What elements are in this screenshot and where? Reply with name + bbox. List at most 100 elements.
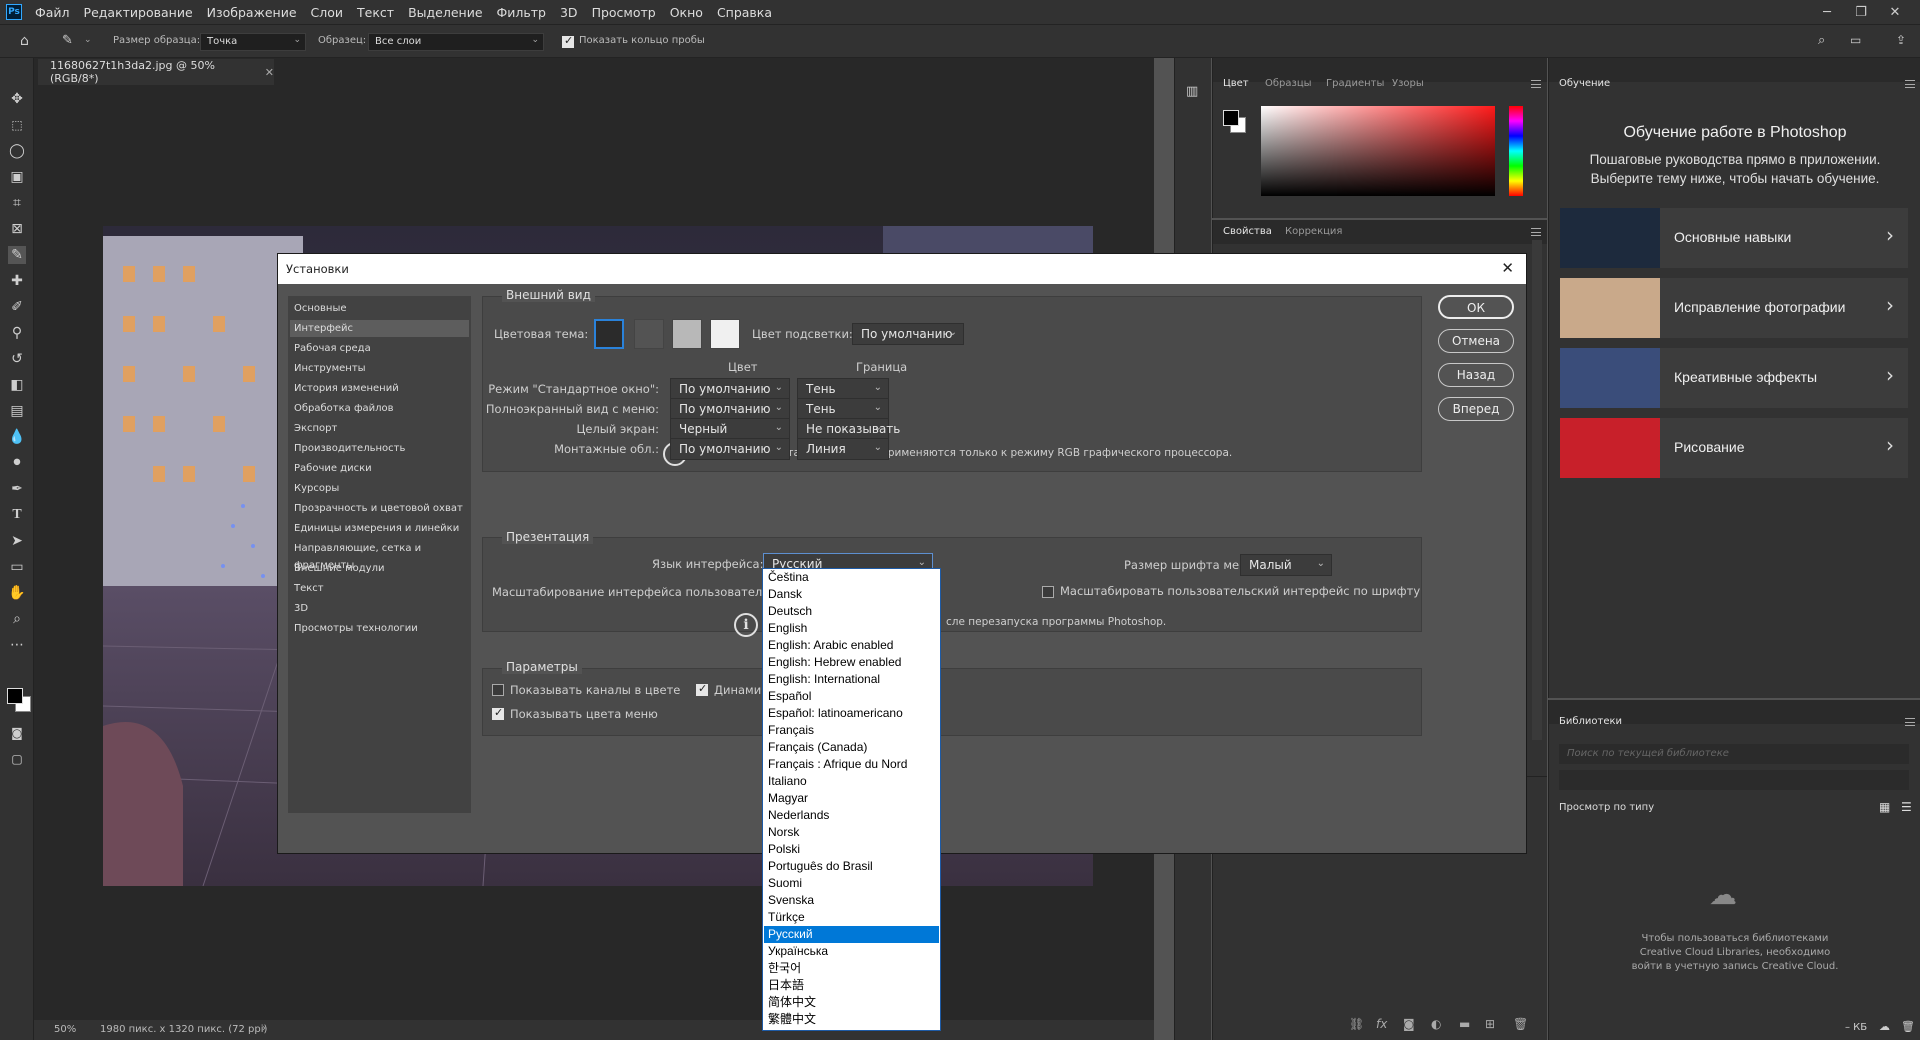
history-panel-icon[interactable]: ▥: [1186, 84, 1198, 99]
dialog-close-icon[interactable]: ✕: [1501, 259, 1514, 277]
highlight-select[interactable]: По умолчанию ⌄: [852, 323, 964, 345]
tool-preset-chevron-icon[interactable]: ⌄: [84, 35, 92, 45]
language-option[interactable]: 한국어: [764, 960, 939, 977]
rectangle-tool-icon[interactable]: ▭: [8, 558, 26, 576]
learn-card[interactable]: Основные навыки ›: [1560, 208, 1908, 268]
forward-button[interactable]: Вперед: [1438, 397, 1514, 421]
close-tab-icon[interactable]: ✕: [265, 66, 274, 79]
link-icon[interactable]: ⛓: [1349, 1017, 1364, 1031]
menu-item[interactable]: Слои: [304, 5, 351, 20]
crop-tool-icon[interactable]: ⌗: [8, 194, 26, 212]
theme-swatch-darkest[interactable]: [594, 319, 624, 349]
language-option[interactable]: Español: [764, 688, 939, 705]
minimize-icon[interactable]: ─: [1812, 0, 1842, 24]
scale-by-font-checkbox[interactable]: [1042, 586, 1054, 598]
nav-item[interactable]: 3D: [290, 600, 469, 617]
ok-button[interactable]: ОК: [1438, 295, 1514, 319]
fx-icon[interactable]: fx: [1376, 1017, 1387, 1031]
library-select[interactable]: [1559, 770, 1909, 790]
theme-swatch-light[interactable]: [672, 319, 702, 349]
learn-card[interactable]: Исправление фотографии ›: [1560, 278, 1908, 338]
language-option[interactable]: Español: latinoamericano: [764, 705, 939, 722]
nav-item[interactable]: Рабочая среда: [290, 340, 469, 357]
language-option[interactable]: Português do Brasil: [764, 858, 939, 875]
appearance-border-select[interactable]: Линия ⌄: [797, 438, 889, 460]
screen-mode-icon[interactable]: ▢: [8, 750, 26, 768]
nav-item[interactable]: Обработка файлов: [290, 400, 469, 417]
panel-menu-icon[interactable]: [1905, 718, 1915, 726]
language-option[interactable]: English: Arabic enabled: [764, 637, 939, 654]
cloud-sync-icon[interactable]: ☁: [1879, 1020, 1890, 1033]
library-trash-icon[interactable]: 🗑: [1901, 1020, 1915, 1033]
nav-item[interactable]: Текст: [290, 580, 469, 597]
new-layer-icon[interactable]: ⊞: [1485, 1017, 1495, 1031]
nav-item[interactable]: Экспорт: [290, 420, 469, 437]
panel-menu-icon[interactable]: [1531, 228, 1541, 236]
panel-menu-icon[interactable]: [1905, 80, 1915, 88]
brush-tool-icon[interactable]: ✐: [8, 298, 26, 316]
language-option[interactable]: Русский: [764, 926, 939, 943]
nav-item[interactable]: Рабочие диски: [290, 460, 469, 477]
language-option[interactable]: Français (Canada): [764, 739, 939, 756]
marquee-tool-icon[interactable]: ⬚: [8, 116, 26, 134]
list-view-icon[interactable]: ☰: [1901, 800, 1912, 814]
menu-item[interactable]: Выделение: [401, 5, 489, 20]
eyedropper-icon[interactable]: ✎: [8, 246, 26, 264]
stamp-tool-icon[interactable]: ⚲: [8, 324, 26, 342]
nav-item[interactable]: Интерфейс: [290, 320, 469, 337]
tab-color[interactable]: Цвет: [1223, 78, 1249, 89]
zoom-tool-icon[interactable]: ⌕: [8, 610, 26, 628]
dynamic-checkbox[interactable]: [696, 682, 708, 696]
tab-gradients[interactable]: Градиенты: [1326, 78, 1384, 89]
appearance-border-select[interactable]: Не показывать ⌄: [797, 418, 900, 440]
language-option[interactable]: Nederlands: [764, 807, 939, 824]
fg-color-swatch[interactable]: [1223, 110, 1239, 126]
move-tool-icon[interactable]: ✥: [8, 90, 26, 108]
learn-card[interactable]: Креативные эффекты ›: [1560, 348, 1908, 408]
eraser-tool-icon[interactable]: ◧: [8, 376, 26, 394]
menu-font-size-select[interactable]: Малый ⌄: [1240, 554, 1332, 576]
show-menu-colors-checkbox[interactable]: [492, 706, 504, 720]
menu-item[interactable]: Изображение: [200, 5, 304, 20]
nav-item[interactable]: Основные: [290, 300, 469, 317]
tab-properties[interactable]: Свойства: [1223, 226, 1272, 237]
language-option[interactable]: Italiano: [764, 773, 939, 790]
eyedropper-tool-icon[interactable]: ✎: [62, 33, 73, 48]
language-option[interactable]: 简体中文: [764, 994, 939, 1011]
history-brush-icon[interactable]: ↺: [8, 350, 26, 368]
type-tool-icon[interactable]: T: [8, 506, 26, 524]
tab-adjustments[interactable]: Коррекция: [1285, 226, 1342, 237]
language-option[interactable]: English: International: [764, 671, 939, 688]
appearance-color-select[interactable]: По умолчанию ⌄: [670, 398, 790, 420]
home-icon[interactable]: ⌂: [20, 33, 29, 49]
language-option[interactable]: Deutsch: [764, 603, 939, 620]
menu-item[interactable]: Просмотр: [585, 5, 663, 20]
menu-item[interactable]: Текст: [350, 5, 401, 20]
maximize-icon[interactable]: ❐: [1846, 0, 1876, 24]
appearance-color-select[interactable]: По умолчанию ⌄: [670, 378, 790, 400]
theme-swatch-dark[interactable]: [634, 319, 664, 349]
color-field[interactable]: [1261, 106, 1495, 196]
nav-item[interactable]: История изменений: [290, 380, 469, 397]
learn-card[interactable]: Рисование ›: [1560, 418, 1908, 478]
appearance-border-select[interactable]: Тень ⌄: [797, 398, 889, 420]
path-select-icon[interactable]: ➤: [8, 532, 26, 550]
nav-item[interactable]: Единицы измерения и линейки: [290, 520, 469, 537]
nav-item[interactable]: Направляющие, сетка и фрагменты: [290, 540, 469, 571]
search-icon[interactable]: ⌕: [1818, 33, 1825, 48]
appearance-border-select[interactable]: Тень ⌄: [797, 378, 889, 400]
language-option[interactable]: Українська: [764, 943, 939, 960]
more-tools-icon[interactable]: ⋯: [8, 636, 26, 654]
nav-item[interactable]: Инструменты: [290, 360, 469, 377]
dodge-tool-icon[interactable]: ⚫: [8, 454, 26, 472]
menu-item[interactable]: Файл: [28, 5, 77, 20]
photoshop-logo-icon[interactable]: Ps: [6, 4, 22, 20]
language-option[interactable]: 日本語: [764, 977, 939, 994]
foreground-color-swatch[interactable]: [7, 688, 23, 704]
tab-patterns[interactable]: Узоры: [1392, 78, 1424, 89]
language-option[interactable]: 繁體中文: [764, 1011, 939, 1028]
nav-item[interactable]: Курсоры: [290, 480, 469, 497]
cancel-button[interactable]: Отмена: [1438, 329, 1514, 353]
object-select-tool-icon[interactable]: ▣: [8, 168, 26, 186]
panel-menu-icon[interactable]: [1531, 80, 1541, 88]
